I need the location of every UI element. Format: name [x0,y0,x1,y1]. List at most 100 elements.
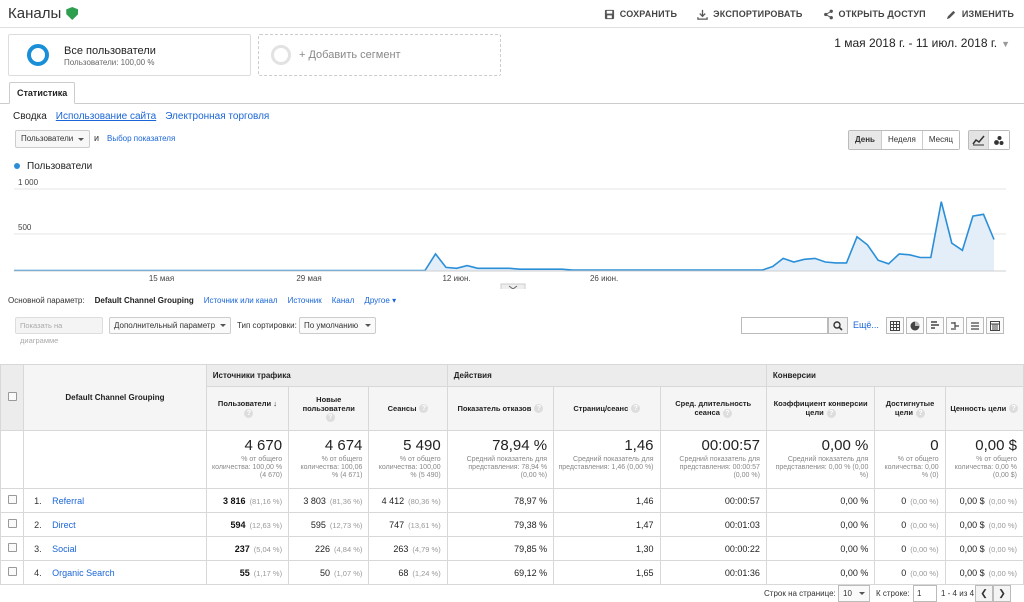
value-value: 0,00 $ [959,567,985,578]
col-sessions[interactable]: Сеансы? [368,386,448,431]
view-comparison-button[interactable] [946,317,964,334]
metric-picker-link[interactable]: Выбор показателя [107,134,175,143]
cell-bounce: 79,38 % [446,512,555,537]
col-bounce-rate[interactable]: Показатель отказов? [446,386,555,431]
row-checkbox[interactable] [7,519,17,528]
dim-option-medium[interactable]: Канал [332,296,355,305]
share-button[interactable]: ОТКРЫТЬ ДОСТУП [823,9,926,20]
row-checkbox[interactable] [7,567,17,576]
totals-spacer [0,430,25,489]
help-icon[interactable]: ? [325,413,335,423]
subtab-ecommerce[interactable]: Электронная торговля [165,111,269,122]
advanced-filter-link[interactable]: Ещё... [853,320,879,330]
help-icon[interactable]: ? [534,404,544,414]
dimension-header[interactable]: Default Channel Grouping [23,364,207,431]
users-pct: (1,17 %) [253,568,283,578]
col-new-users[interactable]: Новые пользователи? [288,386,370,431]
prev-page-button[interactable]: ❮ [975,585,993,602]
sort-type-select[interactable]: По умолчанию [299,317,376,334]
dim-option-source[interactable]: Источник [288,296,322,305]
help-icon[interactable]: ? [916,408,926,418]
granularity-month-button[interactable]: Месяц [921,131,959,149]
export-button[interactable]: ЭКСПОРТИРОВАТЬ [697,9,802,20]
total-cell: 1,46 Средний показатель для представления… [553,430,661,489]
metric-select[interactable]: Пользователи [15,130,90,148]
help-icon[interactable]: ? [1009,404,1019,414]
pencil-icon [946,10,956,19]
table-search-input[interactable] [741,317,828,334]
col-users[interactable]: Пользователи ↓? [205,386,290,431]
next-page-button[interactable]: ❯ [993,585,1011,602]
help-icon[interactable]: ? [244,408,254,418]
view-pie-button[interactable] [906,317,924,334]
plot-rows-button[interactable]: Показать на диаграмме [15,317,103,345]
edit-button[interactable]: ИЗМЕНИТЬ [946,9,1014,20]
total-cell: 4 674 % от общего количества: 100,06 % (4… [288,430,370,489]
segment-name: Все пользователи [64,45,156,57]
view-term-cloud-button[interactable] [966,317,984,334]
search-icon [833,320,843,331]
series-line [14,201,995,272]
line-chart-toggle[interactable] [969,131,989,149]
cell-new-users: 50 (1,07 %) [288,560,370,585]
goals-pct: (0,00 %) [910,496,939,506]
row-channel-link[interactable]: Social [52,544,77,554]
subtab-summary[interactable]: Сводка [13,111,47,122]
granularity-week-button[interactable]: Неделя [880,131,922,149]
dim-option-source-medium[interactable]: Источник или канал [204,296,278,305]
col-goal-completions[interactable]: Достигнутые цели? [874,386,946,431]
pie-icon [910,321,920,330]
col-conversion-rate[interactable]: Коэффициент конверсии цели? [765,386,876,431]
cell-duration: 00:00:57 [659,488,767,513]
secondary-dimension-select[interactable]: Дополнительный параметр [109,317,231,334]
row-index: 1. [34,495,42,506]
row-channel-link[interactable]: Direct [52,520,76,530]
legend-dot [14,163,20,169]
primary-dimension-label: Основной параметр: [8,295,85,305]
search-button[interactable] [828,317,848,334]
help-icon[interactable]: ? [631,404,641,414]
col-avg-duration[interactable]: Сред. длительность сеанса? [659,386,767,431]
table-row: 3. Social 237 (5,04 %) 226 (4,84 %) 263 (4,7… [0,536,1024,561]
help-icon[interactable]: ? [826,408,836,418]
dim-option-other[interactable]: Другое ▾ [364,296,396,305]
col-pages-per-session[interactable]: Страниц/сеанс? [553,386,661,431]
total-sub: Средний показатель для представления: 1,… [558,456,654,471]
help-icon[interactable]: ? [419,404,429,414]
goto-row-input[interactable]: 1 [913,585,937,602]
col-new-users-label: Новые пользователи [302,394,355,413]
row-check-cell [0,560,25,585]
help-icon[interactable]: ? [722,408,732,418]
row-channel-link[interactable]: Organic Search [52,568,115,578]
total-value: 4 674 [324,437,363,454]
chart-svg: 1 000 500 15 мая 29 мая 12 июн. 26 июн. [14,178,1006,289]
tab-statistics[interactable]: Статистика [9,82,76,104]
motion-chart-toggle[interactable] [989,131,1009,149]
col-goal-value[interactable]: Ценность цели? [944,386,1024,431]
select-all-checkbox[interactable] [7,392,17,401]
total-cell: 0,00 $ % от общего количества: 0,00 % (0,… [944,430,1024,489]
segment-all-users[interactable]: Все пользователи Пользователи: 100,00 % [8,34,251,76]
date-range-picker[interactable]: 1 мая 2018 г. - 11 июл. 2018 г. ▼ [834,36,1010,50]
view-table-button[interactable] [886,317,904,334]
rows-per-page-select[interactable]: 10 [838,585,870,602]
goto-row-label: К строке: [876,589,910,598]
bubbles-icon [994,135,1004,145]
row-checkbox[interactable] [7,495,17,504]
channels-table: Default Channel Grouping Источники трафи… [0,364,1024,585]
save-button[interactable]: СОХРАНИТЬ [604,9,677,20]
row-checkbox[interactable] [7,543,17,552]
value-value: 0,00 $ [959,543,985,554]
granularity-day-button[interactable]: День [848,131,881,149]
add-segment-button[interactable]: + Добавить сегмент [258,34,501,76]
row-index: 2. [34,519,42,530]
dim-option-other-label: Другое [364,295,390,305]
cell-value: 0,00 $ (0,00 %) [944,488,1024,513]
subtab-site-usage[interactable]: Использование сайта [56,111,156,122]
view-performance-button[interactable] [926,317,944,334]
total-cell: 78,94 % Средний показатель для представле… [446,430,555,489]
total-sub: Средний показатель для представления: 0,… [775,456,869,479]
row-channel-link[interactable]: Referral [52,496,84,506]
total-value: 1,46 [624,437,654,454]
view-pivot-button[interactable] [986,317,1004,334]
